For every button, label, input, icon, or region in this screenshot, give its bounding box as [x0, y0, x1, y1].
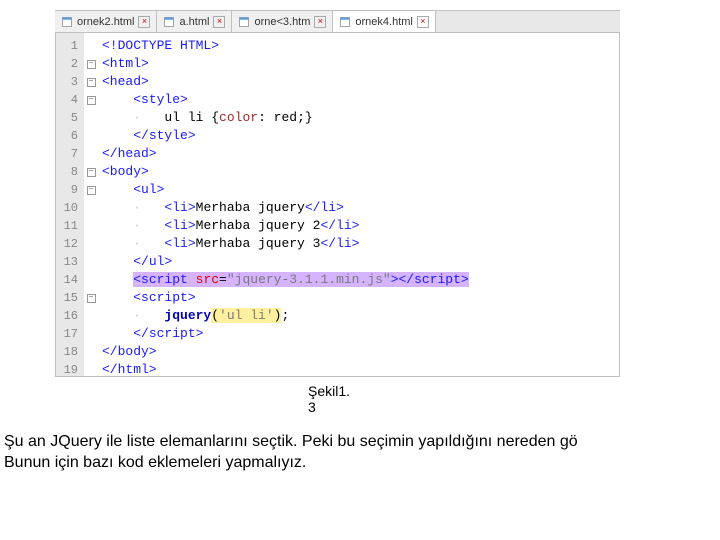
code-line[interactable]: </body>: [102, 343, 619, 361]
code-line[interactable]: </html>: [102, 361, 619, 376]
line-number: 2: [56, 55, 78, 73]
fold-column: −−−−−−: [84, 33, 98, 376]
fold-marker: [84, 109, 98, 127]
code-line[interactable]: · <li>Merhaba jquery</li>: [102, 199, 619, 217]
code-line[interactable]: </style>: [102, 127, 619, 145]
line-number: 4: [56, 91, 78, 109]
tab-bar: ornek2.html×a.html×orne<3.htm×ornek4.htm…: [55, 10, 620, 32]
line-number: 1: [56, 37, 78, 55]
code-line[interactable]: · ul li {color: red;}: [102, 109, 619, 127]
fold-marker: [84, 145, 98, 163]
code-line[interactable]: <html>: [102, 55, 619, 73]
code-line[interactable]: · <li>Merhaba jquery 2</li>: [102, 217, 619, 235]
code-line[interactable]: · <li>Merhaba jquery 3</li>: [102, 235, 619, 253]
tab-label: ornek2.html: [77, 16, 134, 28]
fold-marker: [84, 343, 98, 361]
fold-marker: [84, 127, 98, 145]
fold-marker: [84, 37, 98, 55]
line-number: 10: [56, 199, 78, 217]
line-number: 5: [56, 109, 78, 127]
line-number: 12: [56, 235, 78, 253]
tab-label: a.html: [179, 16, 209, 28]
line-number: 13: [56, 253, 78, 271]
figure-caption: Şekil1. 3: [308, 383, 720, 415]
caption-line-1: Şekil1.: [308, 383, 720, 399]
close-icon[interactable]: ×: [314, 16, 326, 28]
code-line[interactable]: </ul>: [102, 253, 619, 271]
editor-body: 12345678910111213141516171819 −−−−−− <!D…: [55, 32, 620, 377]
close-icon[interactable]: ×: [213, 16, 225, 28]
line-number: 18: [56, 343, 78, 361]
close-icon[interactable]: ×: [417, 16, 429, 28]
line-number: 17: [56, 325, 78, 343]
line-number: 9: [56, 181, 78, 199]
fold-marker: [84, 217, 98, 235]
fold-marker: [84, 361, 98, 379]
file-icon: [61, 16, 73, 28]
line-number: 7: [56, 145, 78, 163]
line-number: 19: [56, 361, 78, 379]
code-line[interactable]: <script>: [102, 289, 619, 307]
close-icon[interactable]: ×: [138, 16, 150, 28]
code-line[interactable]: <head>: [102, 73, 619, 91]
code-line[interactable]: <body>: [102, 163, 619, 181]
code-line[interactable]: <ul>: [102, 181, 619, 199]
fold-marker: [84, 235, 98, 253]
code-editor: ornek2.html×a.html×orne<3.htm×ornek4.htm…: [55, 10, 620, 377]
code-line[interactable]: · jquery('ul li');: [102, 307, 619, 325]
code-line[interactable]: <!DOCTYPE HTML>: [102, 37, 619, 55]
fold-marker[interactable]: −: [84, 181, 98, 199]
line-number: 3: [56, 73, 78, 91]
code-line[interactable]: </script>: [102, 325, 619, 343]
line-number: 14: [56, 271, 78, 289]
fold-marker: [84, 271, 98, 289]
code-line[interactable]: </head>: [102, 145, 619, 163]
tab-1[interactable]: a.html ×: [157, 11, 232, 32]
file-icon: [238, 16, 250, 28]
fold-marker[interactable]: −: [84, 163, 98, 181]
fold-marker[interactable]: −: [84, 289, 98, 307]
line-number: 15: [56, 289, 78, 307]
line-number: 8: [56, 163, 78, 181]
tab-3[interactable]: ornek4.html ×: [333, 11, 435, 32]
tab-label: orne<3.htm: [254, 16, 310, 28]
code-line[interactable]: <style>: [102, 91, 619, 109]
fold-marker: [84, 253, 98, 271]
code-area[interactable]: <!DOCTYPE HTML><html><head> <style> · ul…: [98, 33, 619, 376]
code-line[interactable]: <script src="jquery-3.1.1.min.js"></scri…: [102, 271, 619, 289]
line-number-gutter: 12345678910111213141516171819: [56, 33, 84, 376]
body-text-line-1: Şu an JQuery ile liste elemanlarını seçt…: [4, 433, 720, 451]
file-icon: [163, 16, 175, 28]
fold-marker[interactable]: −: [84, 73, 98, 91]
file-icon: [339, 16, 351, 28]
fold-marker: [84, 325, 98, 343]
fold-marker: [84, 199, 98, 217]
body-text-line-2: Bunun için bazı kod eklemeleri yapmalıyı…: [4, 454, 720, 472]
tab-label: ornek4.html: [355, 16, 412, 28]
fold-marker[interactable]: −: [84, 55, 98, 73]
line-number: 11: [56, 217, 78, 235]
fold-marker[interactable]: −: [84, 91, 98, 109]
fold-marker: [84, 307, 98, 325]
tab-2[interactable]: orne<3.htm ×: [232, 11, 333, 32]
caption-line-2: 3: [308, 399, 720, 415]
line-number: 6: [56, 127, 78, 145]
tab-0[interactable]: ornek2.html ×: [55, 11, 157, 32]
line-number: 16: [56, 307, 78, 325]
